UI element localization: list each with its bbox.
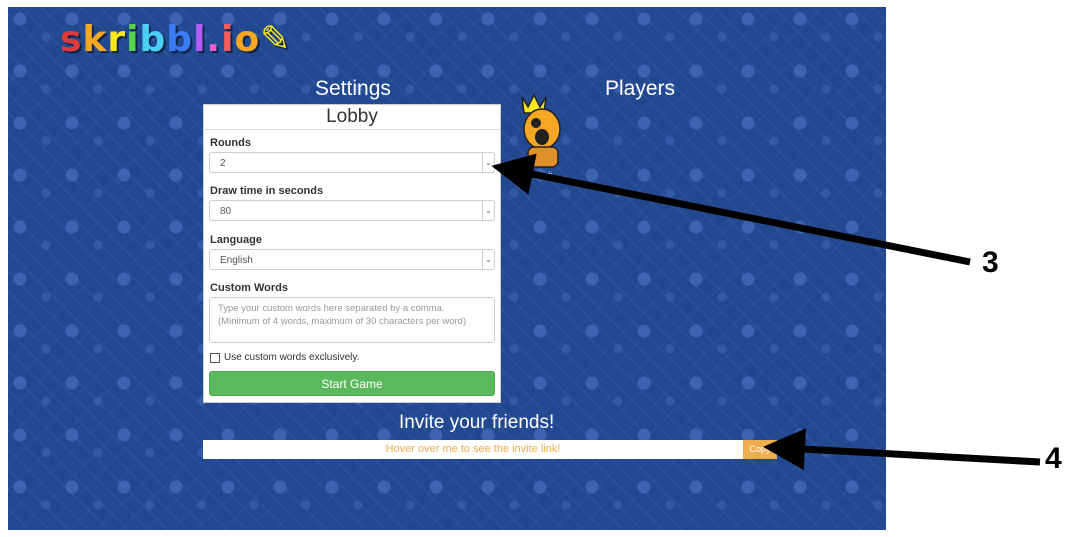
- drawtime-label: Draw time in seconds: [210, 185, 324, 197]
- rounds-label: Rounds: [210, 137, 251, 149]
- rounds-select[interactable]: 2 ⌄: [209, 152, 495, 173]
- custom-exclusive-label: Use custom words exclusively.: [224, 352, 360, 363]
- language-value: English: [220, 255, 253, 266]
- drawtime-value: 80: [220, 206, 232, 217]
- player-avatar: [521, 93, 561, 168]
- copy-invite-button[interactable]: Copy: [743, 440, 777, 459]
- language-select[interactable]: English ⌄: [209, 249, 495, 270]
- annotation-label-3: 3: [982, 246, 999, 279]
- custom-words-label: Custom Words: [210, 282, 289, 294]
- custom-exclusive-checkbox[interactable]: [210, 352, 220, 363]
- custom-words-textarea[interactable]: Type your custom words here separated by…: [209, 297, 495, 343]
- chevron-down-icon: ⌄: [482, 250, 494, 269]
- lobby-settings-panel: Lobby Rounds 2 ⌄ Draw time in seconds 80…: [203, 104, 501, 403]
- start-game-button[interactable]: Start Game: [209, 371, 495, 396]
- annotation-label-4: 4: [1045, 442, 1062, 475]
- players-heading: Players: [605, 77, 676, 100]
- chevron-down-icon: ⌄: [482, 201, 494, 220]
- player-card: pawii: [514, 89, 574, 181]
- rounds-value: 2: [220, 158, 226, 169]
- language-label: Language: [210, 234, 262, 246]
- invite-title: Invite your friends!: [399, 412, 555, 433]
- chevron-down-icon: ⌄: [482, 153, 494, 172]
- settings-heading: Settings: [315, 77, 391, 100]
- drawtime-select[interactable]: 80 ⌄: [209, 200, 495, 221]
- skribbl-logo: skribbl.io✎: [60, 19, 292, 60]
- custom-exclusive-row[interactable]: Use custom words exclusively.: [210, 352, 359, 363]
- game-screen: skribbl.io✎ Settings Players Lobby Round…: [8, 7, 886, 530]
- lobby-title: Lobby: [204, 105, 500, 130]
- invite-link-box[interactable]: Hover over me to see the invite link!: [203, 440, 743, 459]
- player-name: pawii: [536, 172, 552, 179]
